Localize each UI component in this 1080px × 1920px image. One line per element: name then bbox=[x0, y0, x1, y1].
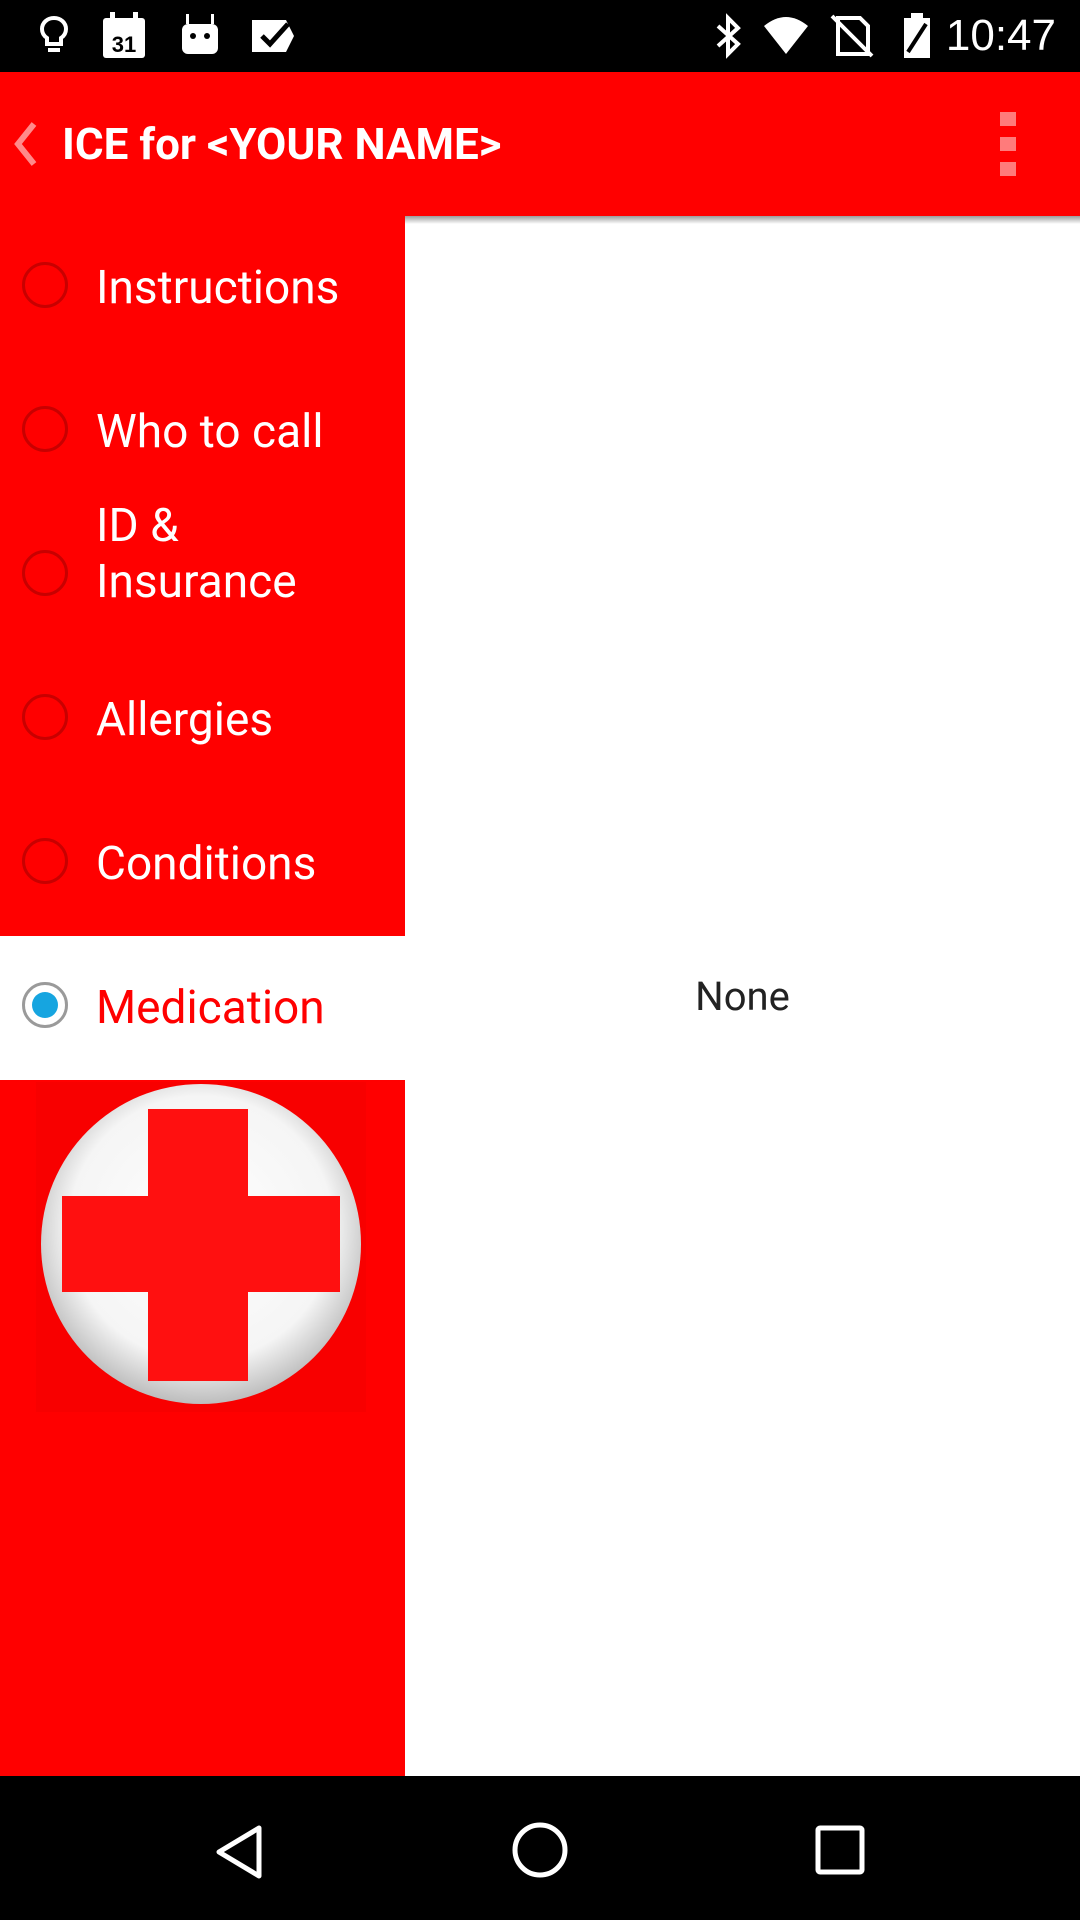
sidebar-item-label: Who to call bbox=[96, 405, 324, 459]
sidebar-item-allergies[interactable]: Allergies bbox=[0, 648, 405, 792]
sidebar-item-label: Medication bbox=[96, 981, 325, 1035]
no-sim-icon bbox=[830, 14, 874, 58]
app-bar: ICE for <YOUR NAME> bbox=[0, 72, 1080, 216]
android-icon bbox=[182, 14, 218, 54]
red-cross-icon bbox=[41, 1084, 361, 1404]
bluetooth-icon bbox=[716, 13, 741, 59]
medication-value: None bbox=[695, 973, 790, 1020]
radio-button[interactable] bbox=[22, 262, 68, 308]
sidebar-item-label: Instructions bbox=[96, 261, 340, 315]
sidebar-item-medication[interactable]: Medication bbox=[0, 936, 405, 1080]
calendar-icon: 31 bbox=[103, 12, 145, 58]
system-nav-bar bbox=[0, 1776, 1080, 1920]
sidebar-item-label: Allergies bbox=[96, 693, 274, 747]
sidebar-item-instructions[interactable]: Instructions bbox=[0, 216, 405, 360]
toolbar-shadow bbox=[405, 216, 1080, 224]
lightbulb-icon bbox=[39, 15, 69, 52]
svg-text:31: 31 bbox=[112, 32, 136, 57]
status-bar: 31 10:47 bbox=[0, 0, 1080, 72]
sidebar-item-id-insurance[interactable]: ID & Insurance bbox=[0, 499, 405, 648]
clock: 10:47 bbox=[945, 11, 1056, 60]
sidebar-item-conditions[interactable]: Conditions bbox=[0, 792, 405, 936]
content-panel: None bbox=[405, 216, 1080, 1776]
radio-button[interactable] bbox=[22, 550, 68, 596]
back-icon[interactable] bbox=[213, 1824, 269, 1880]
back-chevron-icon[interactable] bbox=[10, 114, 40, 174]
radio-button[interactable] bbox=[22, 406, 68, 452]
radio-button[interactable] bbox=[22, 694, 68, 740]
overflow-menu-icon[interactable] bbox=[996, 112, 1020, 178]
sidebar-item-label: ID & Insurance bbox=[96, 499, 297, 609]
app-title: ICE for <YOUR NAME> bbox=[62, 118, 502, 170]
home-icon[interactable] bbox=[510, 1820, 570, 1880]
sidebar-item-who-to-call[interactable]: Who to call bbox=[0, 360, 405, 504]
sidebar-item-label: Conditions bbox=[96, 837, 317, 891]
red-cross-logo bbox=[36, 1082, 366, 1412]
sidebar: Instructions Who to call ID & Insurance … bbox=[0, 216, 405, 1776]
radio-button-selected[interactable] bbox=[22, 982, 68, 1028]
check-icon bbox=[252, 20, 294, 52]
battery-icon bbox=[904, 13, 930, 58]
wifi-icon bbox=[764, 17, 808, 54]
radio-button[interactable] bbox=[22, 838, 68, 884]
recents-icon[interactable] bbox=[814, 1824, 866, 1876]
